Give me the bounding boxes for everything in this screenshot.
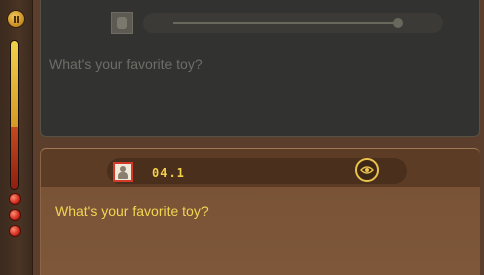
previous-audio-progress [173,22,399,24]
pause-button[interactable] [7,10,25,28]
current-question-text: What's your favorite toy? [55,203,209,219]
progress-meter [10,40,19,190]
life-heart-icon [9,193,21,205]
progress-meter-low [11,126,18,189]
left-rail [0,0,33,275]
life-heart-icon [9,209,21,221]
previous-audio-knob [393,18,403,28]
current-card: 04.1 What's your favorite toy? [40,148,480,275]
current-avatar [113,162,133,182]
previous-avatar [111,12,133,34]
progress-meter-fill [11,41,18,127]
previous-card: What's your favorite toy? [40,0,480,137]
eye-icon [360,166,374,174]
eye-button[interactable] [355,158,379,182]
life-heart-icon [9,225,21,237]
app-frame: What's your favorite toy? 04.1 What's yo… [0,0,484,275]
previous-question-text: What's your favorite toy? [49,56,203,72]
timestamp-label: 04.1 [152,166,185,180]
